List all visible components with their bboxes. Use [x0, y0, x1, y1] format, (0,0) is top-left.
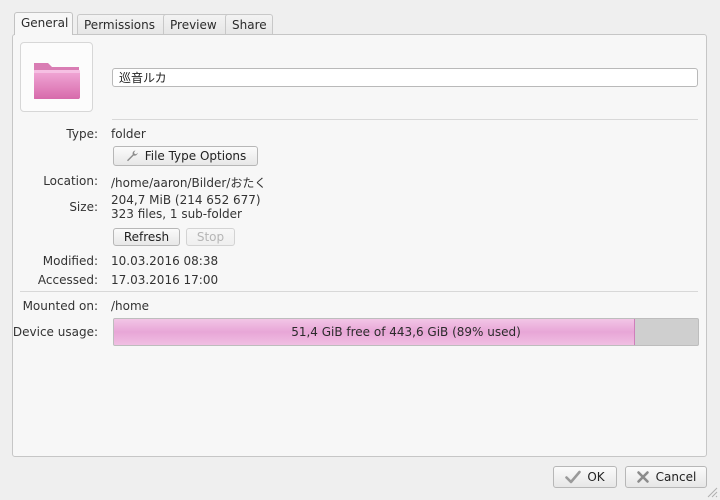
device-usage-text: 51,4 GiB free of 443,6 GiB (89% used) — [291, 325, 521, 339]
size-detail: 323 files, 1 sub-folder — [111, 207, 242, 221]
mounted-on-value: /home — [111, 299, 150, 313]
device-usage-label: Device usage: — [12, 325, 98, 339]
file-type-options-label: File Type Options — [144, 149, 247, 163]
stop-label: Stop — [196, 230, 225, 244]
type-label: Type: — [66, 127, 98, 141]
tab-general-label: General — [21, 16, 69, 30]
check-icon — [565, 470, 582, 484]
tab-preview-label: Preview — [170, 18, 217, 32]
cancel-button[interactable]: Cancel — [625, 466, 707, 488]
type-value: folder — [111, 127, 146, 141]
device-usage-bar: 51,4 GiB free of 443,6 GiB (89% used) — [113, 318, 699, 346]
tab-general[interactable]: General — [14, 12, 73, 35]
modified-value: 10.03.2016 08:38 — [111, 254, 219, 268]
ok-button[interactable]: OK — [553, 466, 617, 488]
location-value: /home/aaron/Bilder/おたく — [111, 176, 267, 190]
x-icon — [636, 471, 649, 483]
separator-top — [112, 119, 698, 120]
location-label: Location: — [43, 174, 98, 188]
separator-bottom — [20, 291, 698, 292]
folder-icon — [34, 63, 80, 99]
size-value: 204,7 MiB (214 652 677) — [111, 193, 261, 207]
ok-label: OK — [587, 470, 605, 484]
folder-name-input[interactable] — [112, 68, 698, 87]
file-type-options-button[interactable]: File Type Options — [113, 146, 258, 166]
cancel-label: Cancel — [655, 470, 697, 484]
refresh-button[interactable]: Refresh — [113, 228, 180, 246]
tab-permissions[interactable]: Permissions — [77, 14, 169, 34]
mounted-on-label: Mounted on: — [22, 299, 98, 313]
resize-grip-icon[interactable] — [706, 486, 718, 498]
accessed-label: Accessed: — [37, 273, 98, 287]
tab-share-label: Share — [232, 18, 267, 32]
refresh-label: Refresh — [123, 230, 170, 244]
tab-share[interactable]: Share — [225, 14, 273, 34]
size-label: Size: — [69, 200, 98, 214]
tab-permissions-label: Permissions — [84, 18, 155, 32]
wrench-icon — [126, 150, 138, 162]
stop-button[interactable]: Stop — [186, 228, 235, 246]
accessed-value: 17.03.2016 17:00 — [111, 273, 219, 287]
modified-label: Modified: — [42, 254, 98, 268]
folder-icon-button[interactable] — [20, 42, 93, 112]
